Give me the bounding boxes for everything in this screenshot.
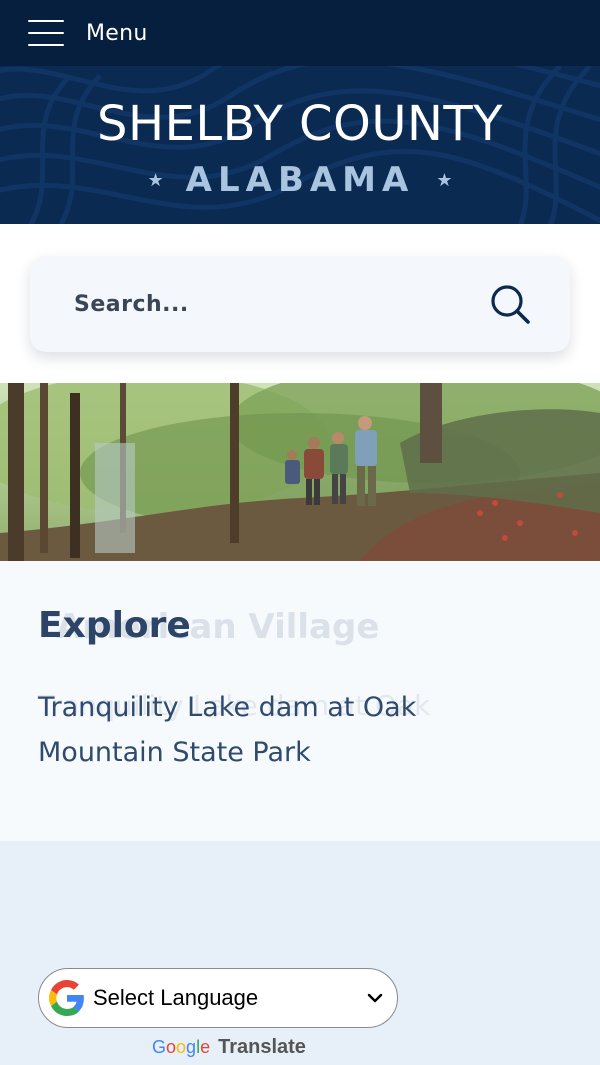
hero-image xyxy=(0,383,600,561)
hero-photo xyxy=(0,383,600,561)
google-letter: G xyxy=(152,1037,167,1057)
site-title[interactable]: SHELBY COUNTY xyxy=(0,96,600,152)
language-select[interactable]: Select Language xyxy=(38,968,398,1028)
search-icon[interactable] xyxy=(488,282,532,326)
explore-card[interactable]: American Village Tranquility Lake dam at… xyxy=(0,561,600,841)
top-nav-bar: Menu xyxy=(0,0,600,66)
google-wordmark: G o o g l e xyxy=(152,1037,210,1058)
google-g-icon xyxy=(49,980,84,1016)
site-subtitle-text: ALABAMA xyxy=(185,160,415,200)
star-icon: ★ xyxy=(436,169,453,191)
site-subtitle: ★ ALABAMA ★ xyxy=(0,160,600,200)
select-language-label: Select Language xyxy=(93,985,259,1010)
search-input[interactable] xyxy=(74,291,488,317)
hamburger-icon[interactable] xyxy=(28,20,64,46)
explore-caption: Tranquility Lake dam at Oak Mountain Sta… xyxy=(38,692,417,768)
google-letter: o xyxy=(176,1037,187,1057)
site-header-banner: SHELBY COUNTY ★ ALABAMA ★ xyxy=(0,66,600,224)
powered-by-google-translate[interactable]: G o o g l e Translate xyxy=(152,1036,306,1059)
star-icon: ★ xyxy=(147,169,164,191)
google-letter: e xyxy=(200,1037,211,1057)
chevron-down-icon xyxy=(367,993,383,1003)
google-letter: o xyxy=(166,1037,177,1057)
explore-heading: Explore xyxy=(38,605,191,646)
translate-label: Translate xyxy=(218,1036,306,1058)
search-box xyxy=(30,256,570,352)
search-section xyxy=(0,224,600,384)
google-letter: g xyxy=(186,1037,197,1057)
menu-button-label[interactable]: Menu xyxy=(86,21,148,46)
